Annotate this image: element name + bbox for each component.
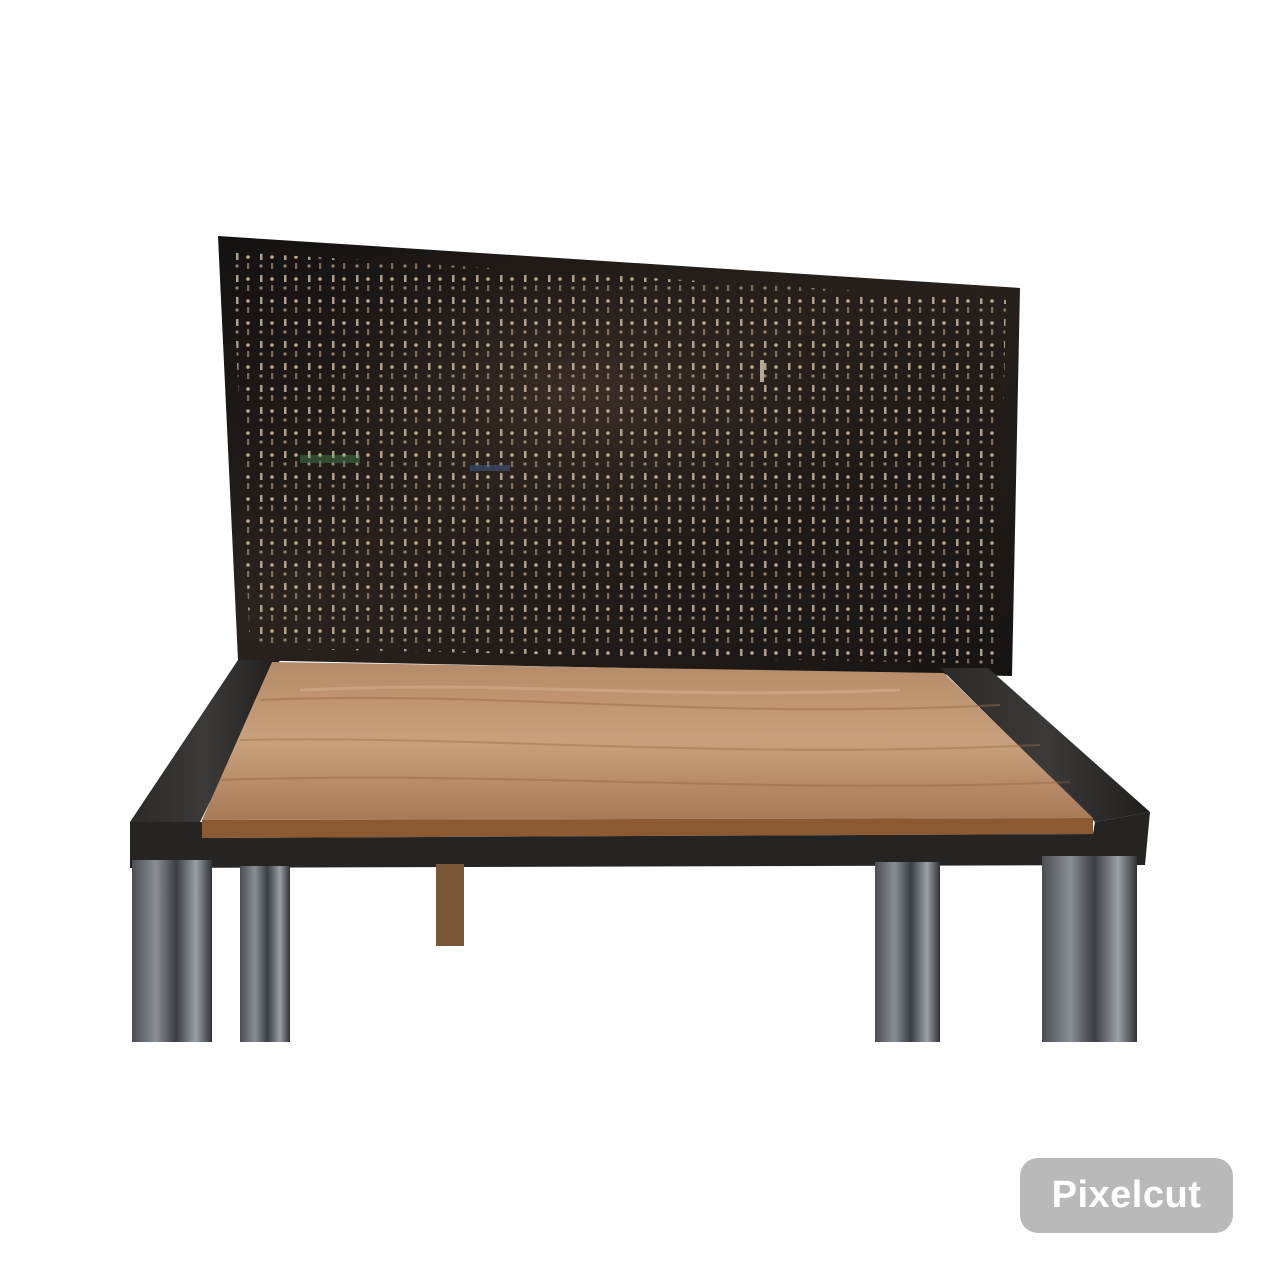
leg-front-left xyxy=(132,860,212,1042)
leg-rear-left xyxy=(240,866,290,1042)
workbench-photo xyxy=(130,236,1150,1042)
wood-worktop xyxy=(202,662,1093,838)
leg-rear-right xyxy=(875,862,940,1042)
pixelcut-watermark: Pixelcut xyxy=(1020,1158,1233,1233)
pegboard-panel xyxy=(218,236,1020,676)
leg-front-right xyxy=(1042,856,1137,1042)
watermark-label: Pixelcut xyxy=(1051,1174,1202,1216)
wood-support-post xyxy=(436,864,464,946)
